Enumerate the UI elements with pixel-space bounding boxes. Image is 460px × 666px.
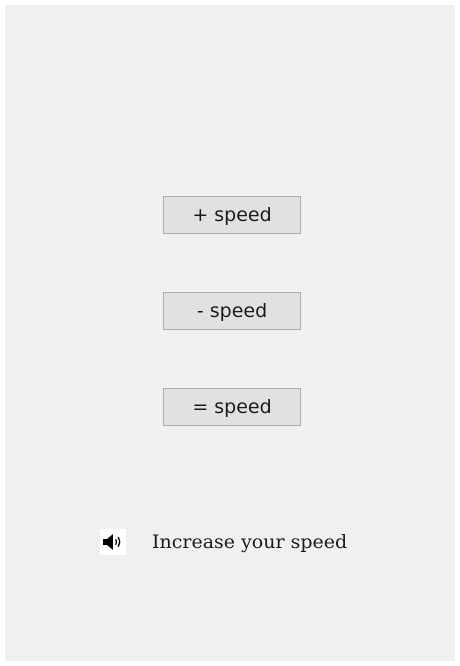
increase-speed-button[interactable]: + speed xyxy=(163,196,301,234)
status-text: Increase your speed xyxy=(152,531,348,553)
speaker-icon[interactable] xyxy=(100,529,126,555)
decrease-speed-button[interactable]: - speed xyxy=(163,292,301,330)
app-window: + speed - speed = speed Increase your sp… xyxy=(5,5,455,661)
status-message: Increase your speed xyxy=(100,529,347,555)
equal-speed-button[interactable]: = speed xyxy=(163,388,301,426)
